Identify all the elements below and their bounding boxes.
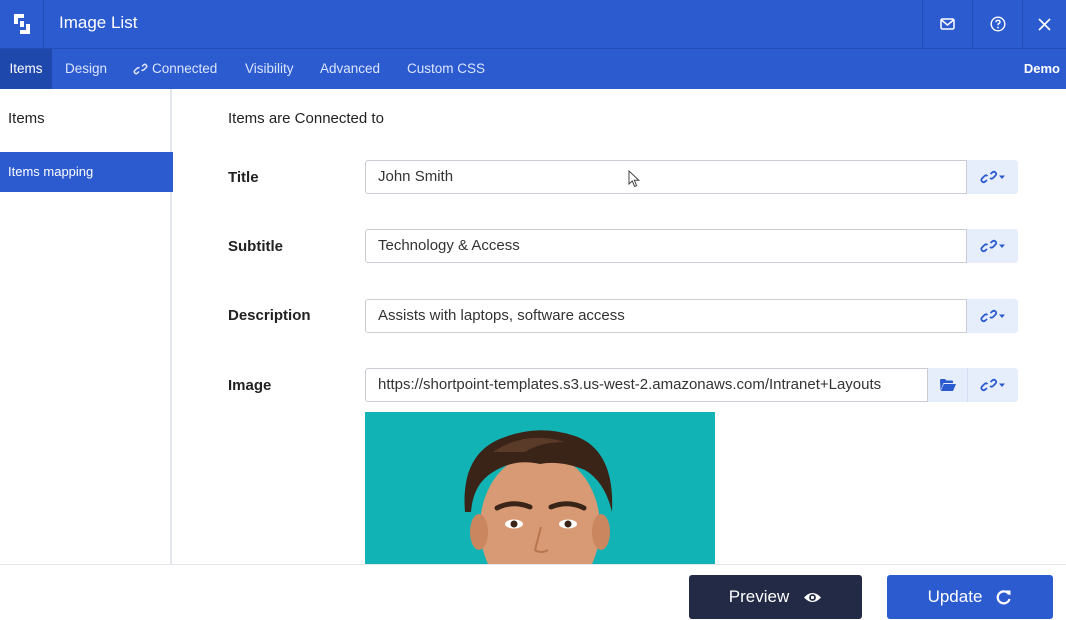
title-field[interactable]: John Smith (365, 160, 967, 194)
help-button[interactable] (972, 0, 1022, 48)
subtitle-field[interactable]: Technology & Access (365, 229, 967, 263)
link-dropdown-icon (980, 378, 1005, 392)
folder-open-icon (939, 379, 956, 391)
update-button[interactable]: Update (887, 575, 1053, 619)
sidebar: Items Items mapping (0, 89, 173, 564)
description-label: Description (228, 307, 311, 324)
shortpoint-logo-icon (0, 0, 44, 48)
title-bar: Image List (0, 0, 1066, 48)
image-preview (365, 412, 715, 564)
update-label: Update (927, 587, 983, 606)
mail-icon (940, 18, 955, 30)
eye-icon (804, 592, 822, 602)
title-connect-button[interactable] (967, 160, 1018, 194)
link-dropdown-icon (979, 239, 1005, 253)
subtitle-connect-button[interactable] (967, 229, 1018, 263)
help-icon (989, 16, 1006, 32)
tab-connected-label: Connected (152, 61, 218, 76)
title-label: Title (228, 169, 259, 186)
preview-button[interactable]: Preview (689, 575, 862, 619)
tab-bar: Items Design Connected Visibility Advanc… (0, 48, 1066, 89)
sidebar-item-items-mapping[interactable]: Items mapping (0, 152, 173, 192)
browse-image-button[interactable] (928, 368, 968, 402)
tab-visibility[interactable]: Visibility (245, 49, 294, 89)
link-icon (133, 63, 148, 75)
main-panel: Items are Connected to Title John Smith … (174, 89, 1066, 564)
cursor-icon (628, 170, 640, 188)
preview-label: Preview (728, 587, 790, 606)
mail-button[interactable] (922, 0, 972, 48)
description-field[interactable]: Assists with laptops, software access (365, 299, 967, 333)
description-connect-button[interactable] (967, 299, 1018, 333)
tab-connected[interactable]: Connected (133, 49, 217, 89)
portrait-image (365, 412, 715, 564)
link-dropdown-icon (979, 309, 1005, 323)
image-url-field[interactable]: https://shortpoint-templates.s3.us-west-… (365, 368, 928, 402)
link-dropdown-icon (979, 170, 1005, 184)
footer: Preview Update (0, 564, 1066, 620)
image-label: Image (228, 377, 272, 394)
refresh-icon (997, 590, 1011, 605)
demo-label[interactable]: Demo (1024, 49, 1060, 89)
tab-items[interactable]: Items (0, 49, 52, 89)
close-button[interactable] (1022, 0, 1066, 48)
tab-design[interactable]: Design (65, 49, 107, 89)
image-connect-button[interactable] (968, 368, 1018, 402)
tab-advanced[interactable]: Advanced (320, 49, 380, 89)
app-title: Image List (59, 13, 138, 32)
sidebar-title: Items (8, 110, 45, 127)
tab-custom-css[interactable]: Custom CSS (407, 49, 485, 89)
section-title: Items are Connected to (228, 110, 384, 127)
close-icon (1038, 17, 1051, 31)
subtitle-label: Subtitle (228, 238, 283, 255)
